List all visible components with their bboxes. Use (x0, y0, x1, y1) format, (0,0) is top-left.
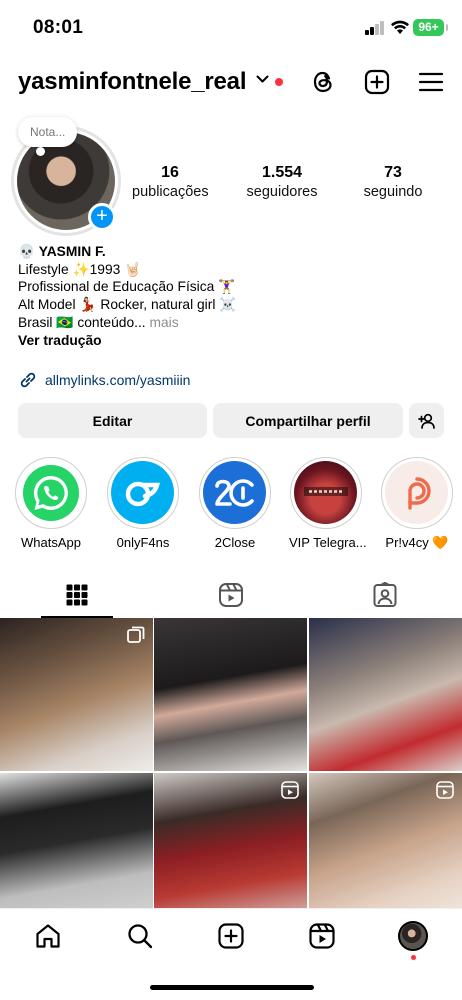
grid-post[interactable] (309, 618, 462, 771)
profile-link-text[interactable]: allmylinks.com/yasmiiin (45, 372, 190, 388)
profile-header: yasminfontnele_real (0, 60, 462, 106)
stat-following-value: 73 (384, 164, 402, 181)
stat-posts-label: publicações (132, 184, 209, 200)
bio: 💀 YASMIN F. Lifestyle ✨1993 🤘🏻 Profissio… (18, 243, 236, 349)
reel-badge-icon (281, 781, 299, 799)
home-icon (36, 924, 60, 948)
nav-home[interactable] (33, 921, 63, 951)
tagged-person-icon (373, 582, 397, 607)
notification-dot (275, 78, 283, 86)
profile-notification-dot (411, 955, 416, 960)
chevron-down-icon[interactable] (256, 75, 269, 84)
bio-line: Lifestyle ✨1993 🤘🏻 (18, 261, 142, 277)
stat-followers-label: seguidores (246, 184, 318, 200)
tab-reels[interactable] (154, 573, 308, 617)
share-profile-button[interactable]: Compartilhar perfil (213, 403, 403, 438)
highlight-privacy[interactable]: Pr!v4cy 🧡 (380, 457, 454, 551)
bio-more-link[interactable]: mais (149, 315, 178, 330)
tab-posts-grid[interactable] (0, 573, 154, 617)
edit-profile-button[interactable]: Editar (18, 403, 207, 438)
reels-icon (309, 923, 335, 949)
search-icon (128, 924, 153, 949)
discover-people-button[interactable] (409, 403, 444, 438)
highlight-2close[interactable]: 2Close (198, 457, 272, 550)
grid-post[interactable] (154, 618, 307, 771)
stat-following[interactable]: 73 seguindo (358, 164, 428, 200)
twoclose-icon (203, 461, 266, 524)
profile-avatar-small (398, 921, 428, 951)
whatsapp-icon (19, 461, 82, 524)
profile-link[interactable]: allmylinks.com/yasmiiin (18, 370, 190, 390)
telegram-vip-icon (294, 461, 357, 524)
note-bubble-tail (36, 147, 45, 156)
link-icon (20, 372, 36, 388)
bio-line: Brasil 🇧🇷 conteúdo... (18, 314, 146, 330)
grid-post[interactable] (0, 773, 153, 926)
wifi-icon (391, 20, 409, 34)
grid-post[interactable] (309, 773, 462, 926)
create-icon (218, 923, 244, 949)
bio-line: Profissional de Educação Física 🏋️‍♀️ (18, 279, 236, 295)
highlight-label: WhatsApp (21, 535, 81, 550)
stat-posts-value: 16 (161, 164, 179, 181)
display-name: 💀 YASMIN F. (18, 244, 106, 259)
reels-icon (219, 583, 243, 607)
highlight-label: 0nlyF4ns (116, 535, 170, 550)
highlight-label: 2Close (214, 535, 256, 550)
privacy-icon (385, 461, 448, 524)
menu-hamburger-icon[interactable] (417, 68, 445, 96)
bio-line: Alt Model 💃🏻 Rocker, natural girl ☠️ (18, 297, 237, 313)
highlight-vip-telegram[interactable]: VIP Telegra... (289, 457, 367, 550)
status-bar: 08:01 96+ (0, 0, 462, 56)
battery-indicator: 96+ (413, 19, 448, 36)
nav-search[interactable] (125, 921, 155, 951)
stat-followers[interactable]: 1.554 seguidores (243, 164, 321, 200)
grid-post[interactable] (0, 618, 153, 771)
cellular-signal-icon (365, 21, 385, 35)
nav-create[interactable] (216, 921, 246, 951)
nav-reels[interactable] (307, 921, 337, 951)
highlight-whatsapp[interactable]: WhatsApp (14, 457, 88, 550)
onlyfans-icon (111, 461, 174, 524)
reel-badge-icon (436, 781, 454, 799)
account-switcher-username[interactable]: yasminfontnele_real (18, 68, 246, 96)
highlight-label: Pr!v4cy 🧡 (385, 535, 449, 550)
status-time: 08:01 (33, 17, 84, 38)
note-bubble[interactable]: Nota... (18, 117, 78, 147)
highlight-onlyfans[interactable]: 0nlyF4ns (106, 457, 180, 550)
create-post-icon[interactable] (363, 68, 391, 96)
posts-grid (0, 618, 462, 926)
stat-followers-value: 1.554 (261, 164, 303, 181)
highlight-label: VIP Telegra... (289, 535, 367, 550)
grid-icon (66, 584, 88, 606)
stat-posts[interactable]: 16 publicações (132, 164, 209, 200)
home-indicator (150, 985, 314, 990)
add-person-icon (417, 413, 435, 429)
grid-post[interactable] (154, 773, 307, 926)
carousel-icon (127, 626, 145, 643)
add-story-button[interactable]: + (88, 203, 116, 231)
stat-following-label: seguindo (363, 184, 423, 200)
nav-profile[interactable] (398, 921, 428, 951)
threads-icon[interactable] (309, 68, 337, 96)
tab-tagged[interactable] (308, 573, 462, 617)
translate-link[interactable]: Ver tradução (18, 332, 236, 350)
